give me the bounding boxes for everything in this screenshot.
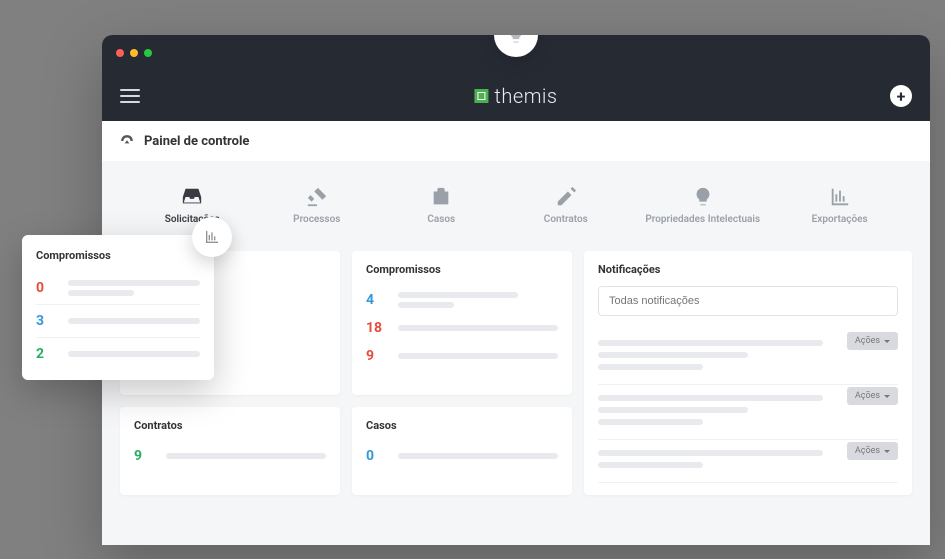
briefcase-icon <box>430 186 452 208</box>
stat-value: 9 <box>134 448 156 464</box>
chart-icon <box>829 186 851 208</box>
skeleton-lines <box>68 318 200 324</box>
stat-row[interactable]: 3 <box>36 305 200 338</box>
notification-actions-button[interactable]: Ações <box>847 332 898 350</box>
notification-item[interactable]: Ações <box>598 440 898 483</box>
skeleton-lines <box>398 325 558 331</box>
stat-row[interactable]: 0 <box>36 272 200 305</box>
menu-toggle[interactable] <box>120 89 140 103</box>
stat-value: 3 <box>36 313 58 329</box>
skeleton-lines <box>68 280 200 296</box>
breadcrumb: Painel de controle <box>102 121 930 161</box>
notifications-filter-input[interactable] <box>598 286 898 316</box>
quicklink-label: Exportações <box>812 214 868 226</box>
stat-row[interactable]: 4 <box>366 286 558 314</box>
window-maximize-dot[interactable] <box>144 49 152 57</box>
quicklink-contratos[interactable]: Contratos <box>521 186 611 226</box>
float-compromissos-card: Compromissos 0 3 2 <box>22 235 214 380</box>
quicklink-label: Propriedades Intelectuais <box>645 214 760 226</box>
notification-item[interactable]: Ações <box>598 385 898 440</box>
stat-value: 2 <box>36 346 58 362</box>
card-title: Contratos <box>134 419 326 432</box>
skeleton-lines <box>398 353 558 359</box>
skeleton-lines <box>398 453 558 459</box>
stat-row[interactable]: 0 <box>366 442 558 470</box>
window-minimize-dot[interactable] <box>130 49 138 57</box>
skeleton-lines <box>398 292 558 308</box>
stat-value: 0 <box>366 448 388 464</box>
stat-value: 9 <box>366 348 388 364</box>
add-button[interactable]: + <box>890 85 912 107</box>
brand-logo: themis <box>474 84 557 108</box>
chart-icon <box>204 229 220 245</box>
skeleton-lines <box>166 453 326 459</box>
card-contratos: Contratos 9 <box>120 407 340 495</box>
stat-value: 0 <box>36 280 58 296</box>
card-title: Compromissos <box>366 263 558 276</box>
pencil-icon <box>555 186 577 208</box>
gavel-icon <box>306 186 328 208</box>
notification-actions-button[interactable]: Ações <box>847 442 898 460</box>
stat-row[interactable]: 9 <box>134 442 326 470</box>
card-notificacoes: Notificações Ações Ações Ações <box>584 251 912 495</box>
skeleton-lines <box>68 351 200 357</box>
card-casos: Casos 0 <box>352 407 572 495</box>
card-title: Notificações <box>598 263 898 276</box>
window-close-dot[interactable] <box>116 49 124 57</box>
float-chart-badge[interactable] <box>192 217 232 257</box>
card-title: Compromissos <box>36 249 200 262</box>
inbox-icon <box>181 186 203 208</box>
dashboard-grid: Compromissos 4 18 9 Notificações Ações <box>102 251 930 513</box>
topbar: themis + <box>102 71 930 121</box>
quicklink-casos[interactable]: Casos <box>396 186 486 226</box>
card-title: Casos <box>366 419 558 432</box>
quicklink-label: Contratos <box>544 214 588 226</box>
stat-row[interactable]: 9 <box>366 342 558 370</box>
notification-actions-button[interactable]: Ações <box>847 387 898 405</box>
quicklink-processos[interactable]: Processos <box>272 186 362 226</box>
stat-row[interactable]: 18 <box>366 314 558 342</box>
quicklink-label: Processos <box>293 214 340 226</box>
card-compromissos: Compromissos 4 18 9 <box>352 251 572 395</box>
stat-value: 18 <box>366 320 388 336</box>
page-title: Painel de controle <box>144 134 249 149</box>
bulb-icon <box>506 35 526 45</box>
quicklink-propriedades[interactable]: Propriedades Intelectuais <box>645 186 760 226</box>
brand-mark-icon <box>474 89 488 103</box>
stat-value: 4 <box>366 292 388 308</box>
stat-row[interactable]: 2 <box>36 338 200 370</box>
notification-item[interactable]: Ações <box>598 330 898 385</box>
quicklink-exportacoes[interactable]: Exportações <box>795 186 885 226</box>
quicklink-label: Casos <box>427 214 455 226</box>
app-window: themis + Painel de controle Solicitações… <box>102 35 930 545</box>
dashboard-icon <box>120 134 134 148</box>
brand-name: themis <box>494 84 557 108</box>
bulb-icon <box>692 186 714 208</box>
